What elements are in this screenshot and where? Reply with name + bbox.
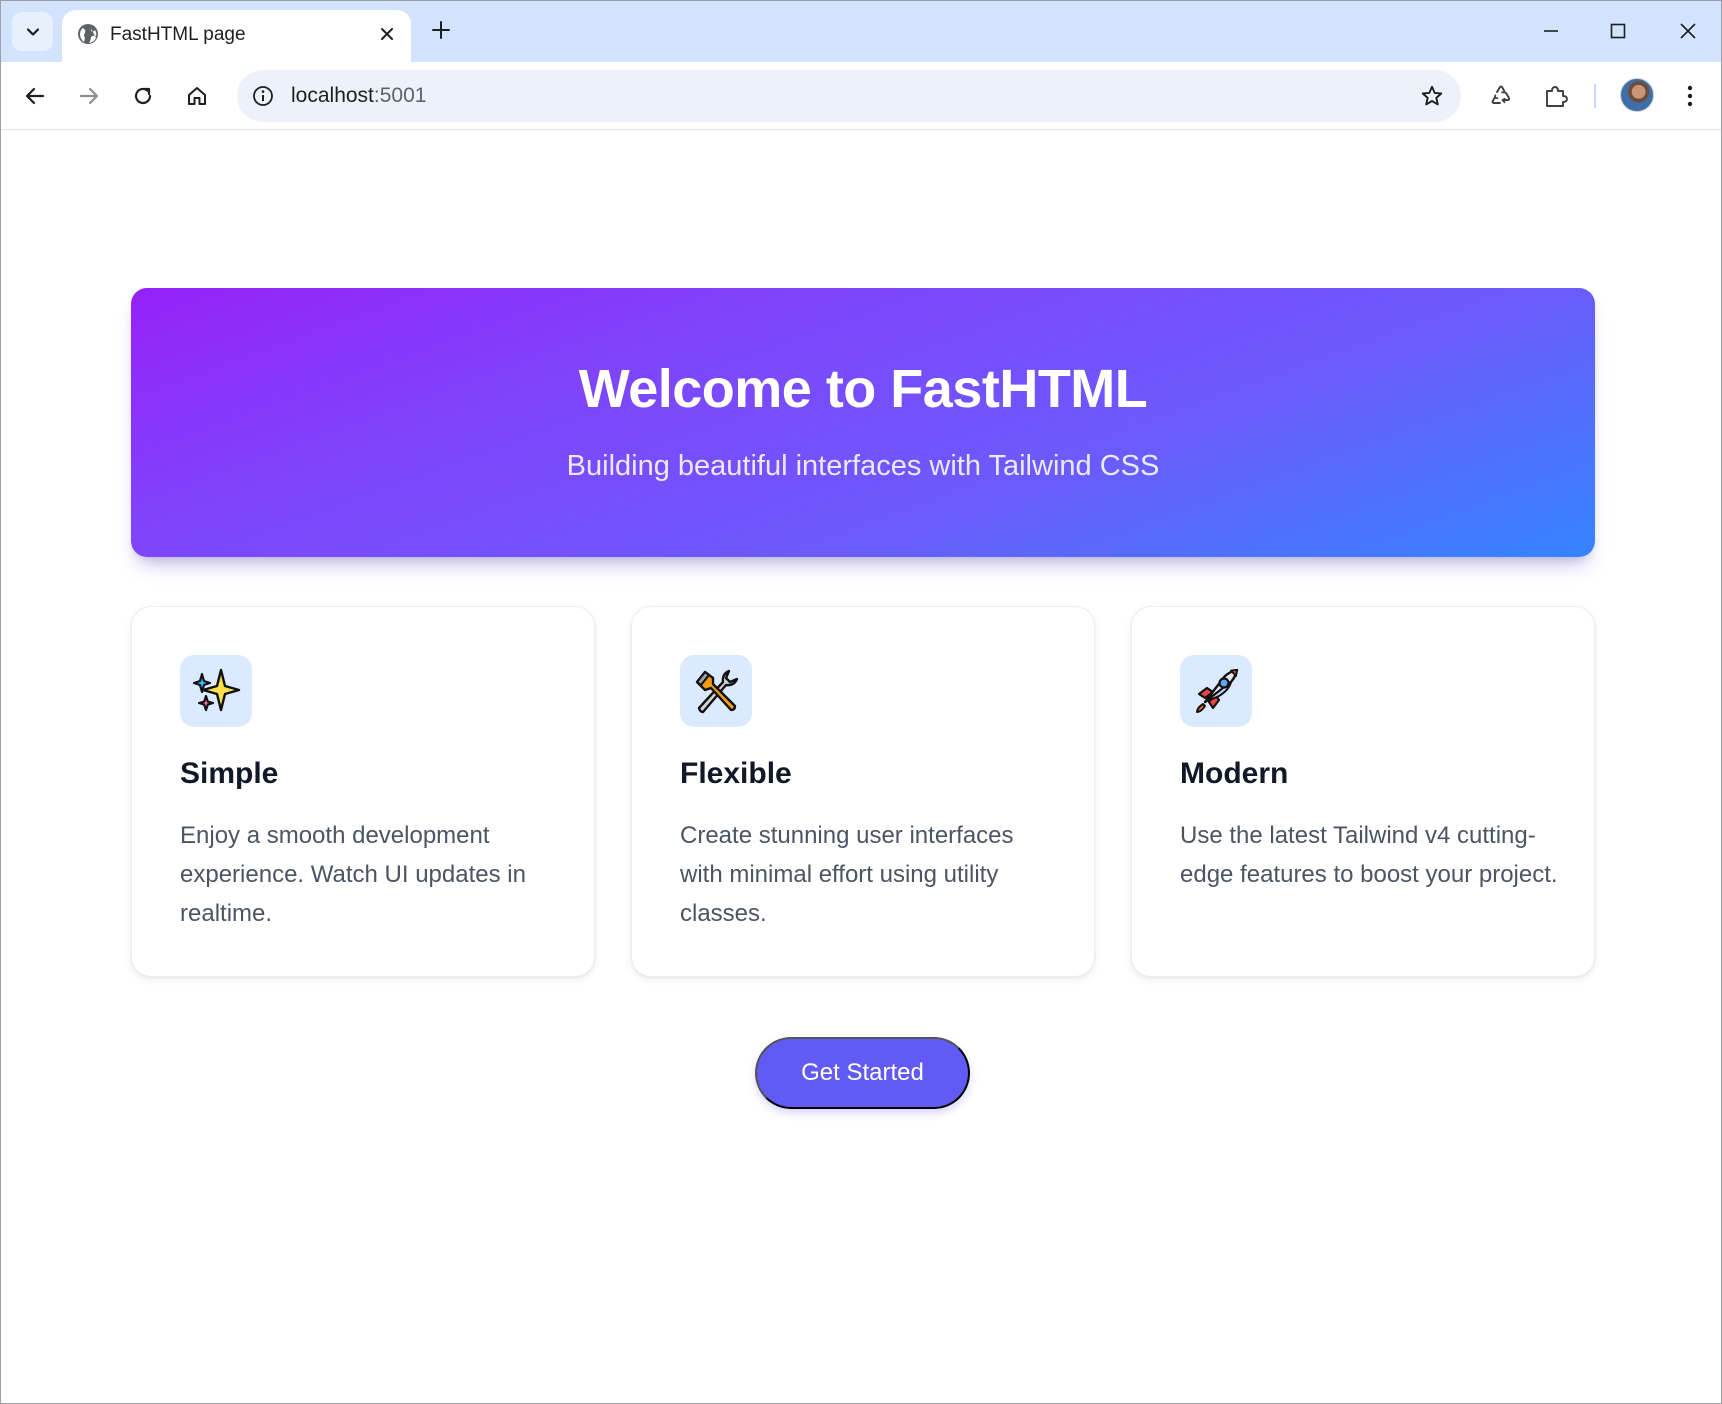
hero-title: Welcome to FastHTML: [578, 359, 1148, 419]
sparkles-icon: [180, 655, 252, 727]
card-description: Create stunning user interfaces with min…: [680, 822, 1014, 927]
browser-window: FastHTML page localhost:5001 Welcome to …: [0, 0, 1722, 1404]
arrow-left-icon: [25, 87, 45, 105]
card-title: Flexible: [680, 757, 792, 790]
star-icon: [1421, 85, 1443, 106]
back-button[interactable]: [14, 75, 56, 117]
close-icon: [1680, 23, 1696, 39]
site-info-button[interactable]: [249, 82, 277, 110]
get-started-button[interactable]: Get Started: [755, 1037, 970, 1109]
chevron-down-icon: [26, 27, 39, 36]
feature-card-modern: Modern Use the latest Tailwind v4 cuttin…: [1131, 606, 1595, 977]
browser-toolbar: localhost:5001: [1, 62, 1721, 130]
globe-icon: [78, 24, 98, 44]
close-window-button[interactable]: [1661, 9, 1715, 53]
feature-card-simple: Simple Enjoy a smooth development experi…: [131, 606, 595, 977]
more-vertical-icon: [1687, 85, 1693, 107]
hero-subtitle: Building beautiful interfaces with Tailw…: [566, 450, 1160, 482]
card-description: Use the latest Tailwind v4 cutting-edge …: [1180, 822, 1558, 888]
card-description: Enjoy a smooth development experience. W…: [180, 822, 526, 927]
puzzle-icon: [1546, 86, 1568, 107]
feature-card-flexible: Flexible Create stunning user interfaces…: [631, 606, 1095, 977]
tab-title: FastHTML page: [110, 24, 246, 45]
browser-menu-button[interactable]: [1669, 75, 1711, 117]
rocket-icon: [1180, 655, 1252, 727]
reload-icon: [134, 87, 152, 105]
tab-close-button[interactable]: [373, 20, 401, 48]
recycle-extension-button[interactable]: [1480, 75, 1522, 117]
home-icon: [188, 87, 206, 105]
minimize-button[interactable]: [1524, 9, 1578, 53]
url-port: :5001: [373, 84, 427, 107]
plus-icon: [432, 21, 450, 39]
hero-banner: Welcome to FastHTML Building beautiful i…: [131, 288, 1595, 557]
recycle-icon: [1491, 85, 1511, 104]
address-bar[interactable]: localhost:5001: [237, 70, 1461, 122]
tab-strip: FastHTML page: [1, 1, 1721, 62]
card-title: Simple: [180, 757, 279, 790]
close-icon: [381, 28, 393, 40]
forward-button[interactable]: [68, 75, 110, 117]
toolbar-separator: [1594, 84, 1596, 108]
minimize-icon: [1544, 30, 1558, 32]
bookmark-button[interactable]: [1417, 81, 1447, 111]
url-text[interactable]: localhost:5001: [291, 84, 426, 108]
arrow-right-icon: [79, 87, 99, 105]
tab-search-button[interactable]: [12, 12, 53, 51]
page-viewport: Welcome to FastHTML Building beautiful i…: [1, 131, 1721, 1403]
profile-avatar[interactable]: [1620, 78, 1654, 112]
new-tab-button[interactable]: [425, 14, 457, 46]
card-title: Modern: [1180, 757, 1289, 790]
reload-button[interactable]: [122, 75, 164, 117]
maximize-button[interactable]: [1591, 9, 1645, 53]
info-icon: [253, 86, 273, 106]
active-tab[interactable]: FastHTML page: [62, 10, 411, 62]
url-host: localhost: [291, 84, 374, 107]
home-button[interactable]: [176, 75, 218, 117]
tools-icon: [680, 655, 752, 727]
extensions-button[interactable]: [1535, 75, 1577, 117]
maximize-icon: [1610, 23, 1626, 39]
